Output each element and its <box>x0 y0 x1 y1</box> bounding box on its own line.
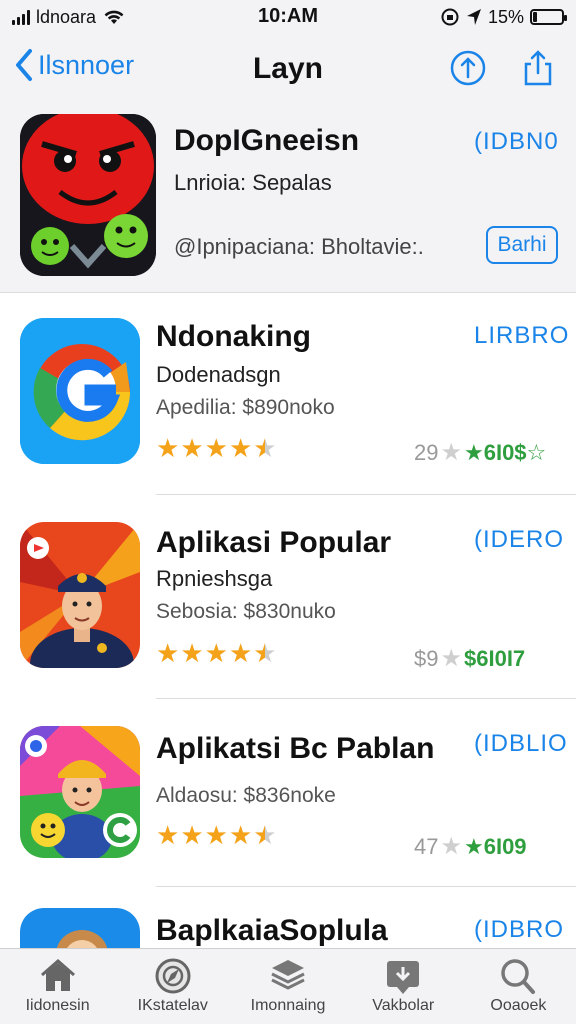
tab-search[interactable]: Ooaoek <box>461 949 576 1024</box>
wifi-icon <box>104 10 124 24</box>
get-button[interactable]: LIRBRO <box>474 322 569 350</box>
navigation-bar: Ilsnnoer Layn <box>0 34 576 106</box>
review-value: ★6I0$☆ <box>464 439 547 465</box>
review-value: $6I0I7 <box>464 645 526 671</box>
app-icon <box>20 726 140 858</box>
star-rating: ★ ★ ★ ★ ★ <box>156 435 277 461</box>
rating-star-icon: ★ <box>228 638 253 668</box>
featured-app-icon <box>20 114 156 276</box>
tab-label: IKstatelav <box>137 997 208 1014</box>
battery-percent: 15% <box>487 6 524 27</box>
rating-star-icon: ★ <box>156 820 180 850</box>
review-count: $9 <box>414 645 439 671</box>
app-subtitle: Rpnieshsga <box>156 566 273 591</box>
rating-count: 29 ★ ★6I0$☆ <box>414 438 546 467</box>
app-name: Aplikasi Popular <box>156 526 392 559</box>
star-rating: ★ ★ ★ ★ ★ <box>156 640 277 666</box>
rating-star-icon: ★ <box>440 833 462 860</box>
battery-fill <box>533 12 538 22</box>
featured-action-button[interactable]: Barhi <box>486 226 558 264</box>
app-meta: Sebosia: $830nuko <box>156 600 336 623</box>
rating-star-icon: ★ <box>253 433 277 463</box>
home-icon <box>40 959 75 991</box>
row-divider <box>156 886 576 887</box>
rating-star-icon: ★ <box>204 433 228 463</box>
review-value: ★6I09 <box>464 833 527 859</box>
star-rating: ★ ★ ★ ★ ★ <box>156 822 277 848</box>
status-right: 15% <box>440 6 567 28</box>
rating-star-icon: ★ <box>204 638 228 668</box>
featured-app-name: DopIGneeisn <box>174 124 360 157</box>
app-subtitle: Dodenadsgn <box>156 362 281 387</box>
featured-get-button[interactable]: (IDBN0 <box>474 128 559 156</box>
upload-circle-icon[interactable] <box>448 48 488 88</box>
status-bar: ldnoara 10:AM 15% <box>0 0 576 34</box>
layers-icon <box>271 960 305 990</box>
location-icon <box>466 9 481 25</box>
tab-explore[interactable]: IKstatelav <box>115 949 230 1024</box>
tab-apps[interactable]: Imonnaing <box>230 949 345 1024</box>
rating-star-icon: ★ <box>253 820 277 850</box>
get-button[interactable]: (IDBLIO <box>474 730 568 758</box>
app-name: Aplikatsi Bc Pablan <box>156 732 435 765</box>
app-icon <box>20 318 140 464</box>
battery-icon <box>530 9 567 25</box>
tab-label: Vakbolar <box>372 997 435 1014</box>
status-left: ldnoara <box>12 7 126 28</box>
row-divider <box>156 698 576 699</box>
carrier-name: ldnoara <box>36 6 97 27</box>
rating-star-icon: ★ <box>180 433 204 463</box>
rating-star-icon: ★ <box>156 638 180 668</box>
rating-count: 47 ★ ★6I09 <box>414 832 527 861</box>
tab-bar: Iidonesin IKstatelav Imonnaing Vakbolar … <box>0 948 576 1024</box>
app-icon <box>20 522 140 668</box>
tab-home[interactable]: Iidonesin <box>0 949 115 1024</box>
get-button[interactable]: (IDBRO <box>474 916 564 944</box>
tab-label: Iidonesin <box>25 997 90 1014</box>
rating-star-icon: ★ <box>440 645 462 672</box>
compass-icon <box>155 958 191 994</box>
featured-app-meta: @Ipnipaciana: Bholtavie:. <box>174 234 424 259</box>
featured-app-subtitle: Lnrioia: Sepalas <box>174 170 332 195</box>
tab-label: Ooaoek <box>490 997 547 1014</box>
app-meta: Apedilia: $890noko <box>156 396 335 419</box>
page-title: Layn <box>252 52 324 85</box>
rating-star-icon: ★ <box>180 638 204 668</box>
orientation-lock-icon <box>441 8 459 26</box>
review-count: 47 <box>414 833 439 859</box>
rating-star-icon: ★ <box>204 820 228 850</box>
updates-icon <box>387 961 420 994</box>
rating-star-icon: ★ <box>156 433 180 463</box>
rating-star-icon: ★ <box>253 638 277 668</box>
row-divider <box>156 494 576 495</box>
tab-label: Imonnaing <box>250 997 326 1014</box>
tab-updates[interactable]: Vakbolar <box>346 949 461 1024</box>
share-icon[interactable] <box>518 48 558 88</box>
app-name: BaplkaiaSoplula <box>156 914 388 947</box>
app-meta: Aldaosu: $836noke <box>156 784 336 807</box>
rating-star-icon: ★ <box>180 820 204 850</box>
app-name: Ndonaking <box>156 320 311 353</box>
featured-app[interactable]: DopIGneeisn Lnrioia: Sepalas @Ipnipacian… <box>0 106 576 293</box>
rating-star-icon: ★ <box>228 820 253 850</box>
rating-star-icon: ★ <box>440 439 462 466</box>
review-count: 29 <box>414 439 439 465</box>
search-icon <box>501 959 536 994</box>
rating-count: $9 ★ $6I0I7 <box>414 644 525 673</box>
get-button[interactable]: (IDERO <box>474 526 564 554</box>
rating-star-icon: ★ <box>228 433 253 463</box>
signal-icon <box>12 9 30 25</box>
